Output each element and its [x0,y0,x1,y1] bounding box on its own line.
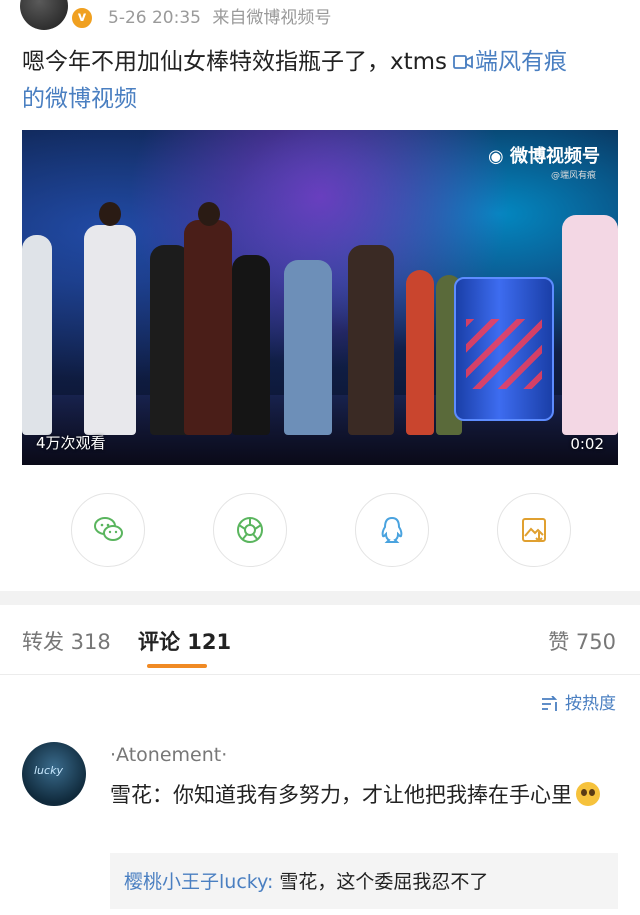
commenter-avatar[interactable]: lucky [22,742,86,806]
share-qq-button[interactable] [355,493,429,567]
video-link-author[interactable]: 端风有痕 [475,49,567,75]
post-source[interactable]: 来自微博视频号 [212,8,331,28]
post-text-body: 嗯今年不用加仙女棒特效指瓶子了，xtms [22,49,448,75]
giant-can-prop [454,277,554,421]
video-duration: 0:02 [570,435,604,453]
comment-text: 雪花：你知道我有多努力，才让他把我捧在手心里 [110,778,610,812]
sort-by-hot-button[interactable]: 按热度 [541,689,616,714]
video-player[interactable]: ◉ 微博视频号 @端风有痕 4万次观看 0:02 [22,130,618,465]
avatar-text: lucky [34,764,63,777]
author-avatar[interactable] [20,0,68,30]
commenter-name[interactable]: ·Atonement· [110,744,227,766]
view-count: 4万次观看 [36,434,106,452]
section-divider [0,591,640,605]
wechat-icon [94,517,123,541]
post-text: 嗯今年不用加仙女棒特效指瓶子了，xtms 端风有痕 的微博视频 [22,44,622,117]
dancer [406,270,434,435]
dancer [184,220,232,435]
dancer [232,255,270,435]
qq-icon [381,516,403,543]
video-link-suffix[interactable]: 的微博视频 [22,86,137,112]
dancer-head [198,202,220,226]
post-date: 5-26 20:35 [108,8,201,28]
video-watermark: ◉ 微博视频号 [488,146,600,167]
sort-icon [542,695,558,711]
share-wechat-button[interactable] [71,493,145,567]
share-moments-button[interactable] [213,493,287,567]
video-watermark-sub: @端风有痕 [550,171,596,181]
verified-badge-icon: v [70,6,94,30]
save-image-button[interactable] [497,493,571,567]
reply-line: 樱桃小王子lucky: 雪花，这个委屈我忍不了 [124,867,488,894]
dancer-head [99,202,121,226]
tab-likes[interactable]: 赞 750 [548,626,616,656]
dancer [22,235,52,435]
dancer [562,215,618,435]
save-image-icon [522,518,546,543]
active-tab-indicator [147,664,207,668]
reply-username[interactable]: 樱桃小王子lucky: [124,871,273,893]
tabs-divider [0,674,640,675]
sort-label: 按热度 [565,694,616,714]
post-meta: 5-26 20:35 来自微博视频号 [108,3,331,28]
moments-icon [237,517,263,543]
weibo-logo-icon: ◉ [488,146,504,167]
reply-preview[interactable]: 樱桃小王子lucky: 雪花，这个委屈我忍不了 [110,853,618,909]
reply-text: 雪花，这个委屈我忍不了 [273,871,489,893]
dancer [348,245,394,435]
tab-repost[interactable]: 转发 318 [22,626,111,656]
dancer [84,225,136,435]
comment-body: 雪花：你知道我有多努力，才让他把我捧在手心里 [110,783,572,807]
dancer [284,260,332,435]
video-link-icon [453,45,473,81]
pleading-face-emoji-icon [576,782,600,806]
tab-comments[interactable]: 评论 121 [138,626,231,656]
